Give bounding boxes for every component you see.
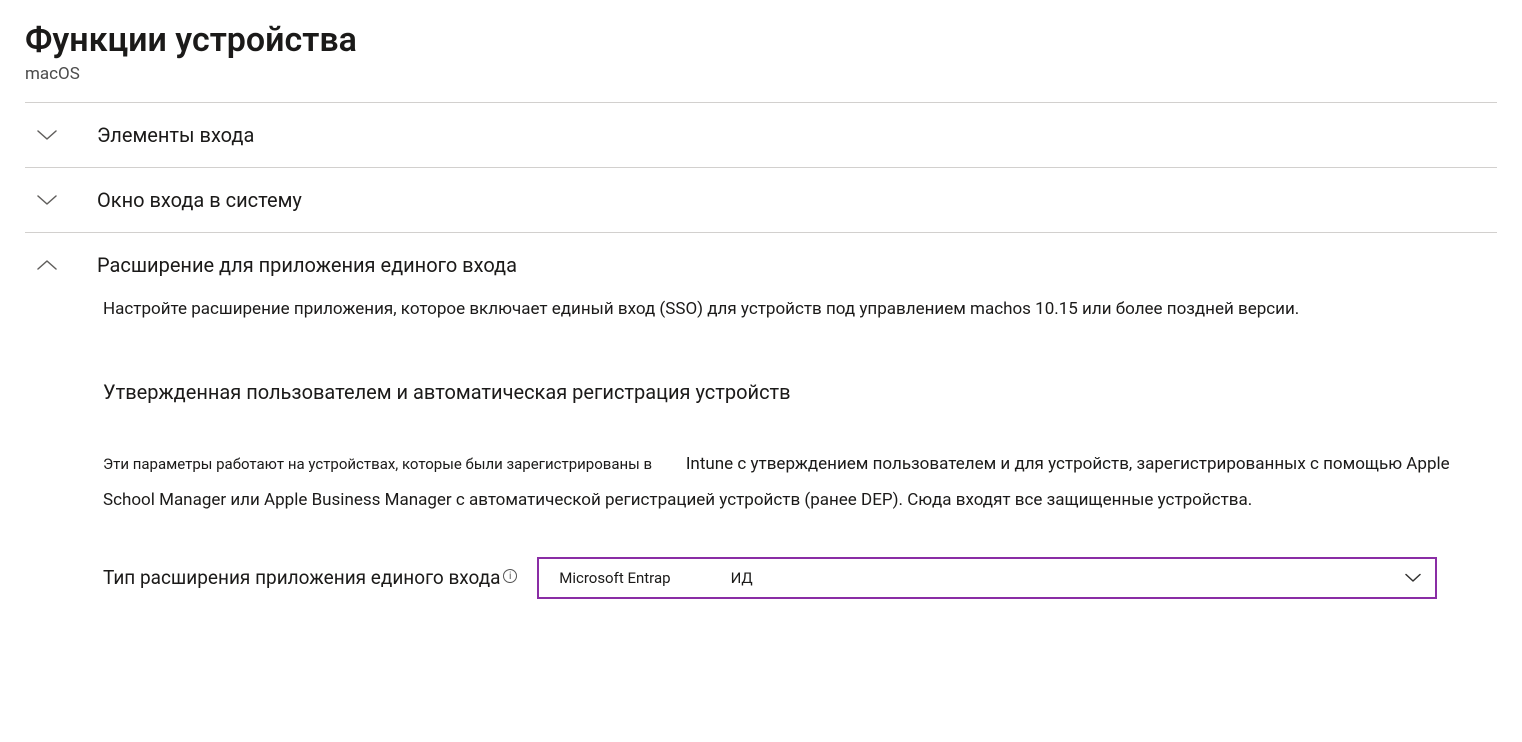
- chevron-down-icon: [37, 194, 57, 206]
- section-login-window: Окно входа в систему: [25, 167, 1497, 232]
- section-login-items-header[interactable]: Элементы входа: [25, 103, 1497, 167]
- page-title: Функции устройства: [25, 20, 1497, 60]
- sso-type-dropdown[interactable]: Microsoft Entraр ИД: [537, 557, 1437, 599]
- section-login-items-title: Элементы входа: [97, 123, 254, 147]
- sso-type-label-text: Тип расширения приложения единого входа: [103, 566, 501, 589]
- sso-type-field: Тип расширения приложения единого входа …: [103, 557, 1475, 599]
- chevron-down-icon: [37, 129, 57, 141]
- info-icon[interactable]: i: [503, 569, 517, 583]
- sso-enrollment-paragraph: Эти параметры работают на устройствах, к…: [103, 446, 1475, 519]
- sso-enrollment-subheading: Утвержденная пользователем и автоматичес…: [103, 380, 1475, 404]
- sso-type-label: Тип расширения приложения единого входа …: [103, 566, 517, 589]
- sso-enrollment-paragraph-lead: Эти параметры работают на устройствах, к…: [103, 455, 652, 473]
- section-login-window-title: Окно входа в систему: [97, 188, 302, 212]
- section-sso-extension-header[interactable]: Расширение для приложения единого входа: [25, 233, 1497, 297]
- section-sso-extension-body: Настройте расширение приложения, которое…: [25, 297, 1475, 619]
- sso-description: Настройте расширение приложения, которое…: [103, 297, 1475, 322]
- sso-type-dropdown-value: Microsoft Entraр ИД: [559, 569, 752, 587]
- section-sso-extension: Расширение для приложения единого входа …: [25, 232, 1497, 619]
- sso-type-dropdown-value-b: ИД: [731, 569, 753, 587]
- sso-type-dropdown-value-a: Microsoft Entraр: [559, 569, 670, 587]
- chevron-up-icon: [37, 259, 57, 271]
- chevron-down-icon: [1405, 573, 1421, 583]
- section-login-window-header[interactable]: Окно входа в систему: [25, 168, 1497, 232]
- section-sso-extension-title: Расширение для приложения единого входа: [97, 253, 517, 277]
- page-subtitle: macOS: [25, 64, 1497, 84]
- section-login-items: Элементы входа: [25, 102, 1497, 167]
